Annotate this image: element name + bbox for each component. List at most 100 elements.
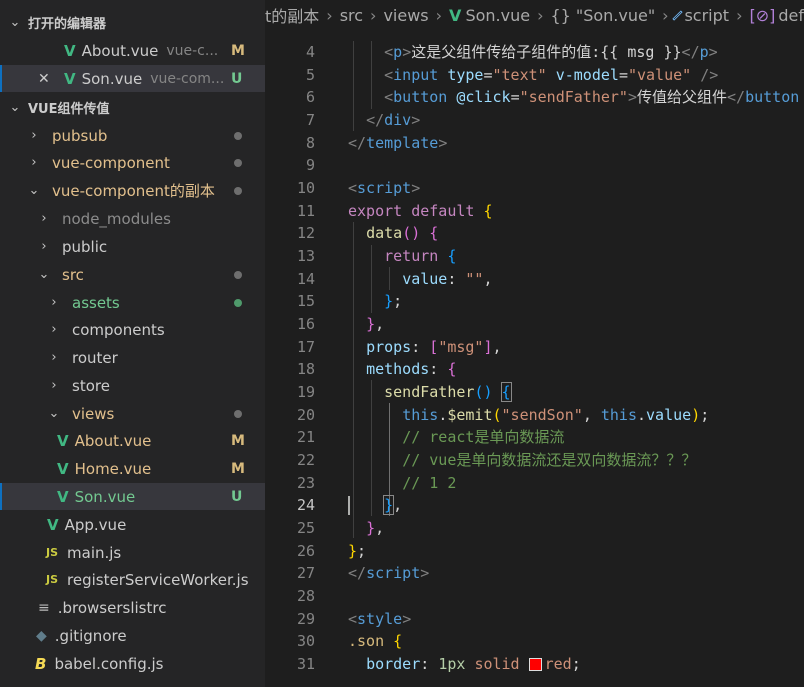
project-header[interactable]: ⌄ VUE组件传值 (0, 94, 265, 121)
status-dot (234, 158, 242, 167)
chevron-right-icon: › (435, 5, 443, 25)
tree-folder-components[interactable]: › components (0, 316, 265, 343)
js-file-icon: JS (46, 573, 59, 586)
tree-file-app-vue[interactable]: V App.vue (0, 511, 265, 538)
line-number: 29 (296, 610, 315, 628)
tree-label: About.vue (74, 431, 152, 450)
line-number: 21 (296, 428, 315, 446)
status-dot (234, 270, 242, 279)
tree-file-main-js[interactable]: JS main.js (0, 539, 265, 566)
tree-label: assets (72, 293, 120, 312)
breadcrumb: t的副本 › src › views › V Son.vue › {} "Son… (265, 0, 804, 30)
code-line: sendFather() { (384, 382, 512, 402)
chevron-right-icon: › (51, 322, 57, 337)
breadcrumb-folder[interactable]: t的副本 (265, 3, 319, 27)
tree-folder-router[interactable]: › router (0, 344, 265, 371)
breadcrumb-last[interactable]: def (778, 6, 804, 25)
open-editor-name: About.vue (81, 41, 159, 60)
code-line: // vue是单向数据流还是双向数据流？？？ (402, 451, 697, 469)
breadcrumb-script[interactable]: script (684, 6, 729, 25)
tree-label: Son.vue (74, 487, 136, 506)
tree-folder-views[interactable]: ⌄ views (0, 400, 265, 427)
code-line: // react是单向数据流 (402, 428, 565, 446)
chevron-right-icon: › (51, 378, 57, 393)
chevron-right-icon: › (736, 5, 743, 25)
color-swatch[interactable] (528, 658, 542, 671)
tree-folder-public[interactable]: › public (0, 233, 265, 260)
tree-file-home-vue[interactable]: V Home.vue M (0, 455, 265, 482)
line-number: 27 (296, 564, 315, 582)
code-line: </template> (348, 134, 448, 152)
line-number: 23 (296, 474, 315, 492)
tree-folder-vue-component-copy[interactable]: ⌄ vue-component的副本 (0, 177, 265, 204)
open-editor-about[interactable]: V About.vue vue-c... M (0, 37, 265, 64)
tree-file-babel-config[interactable]: B babel.config.js (0, 650, 265, 677)
line-number: 9 (305, 156, 315, 174)
open-editors-title: 打开的编辑器 (28, 17, 107, 32)
open-editor-son[interactable]: ✕ V Son.vue vue-com... U (0, 65, 265, 92)
line-number: 19 (296, 383, 315, 401)
method-icon: [⊘] (749, 5, 776, 25)
braces-icon: {} (550, 5, 571, 25)
code-line: value: "", (402, 270, 493, 288)
tree-folder-assets[interactable]: › assets (0, 289, 265, 316)
chevron-right-icon: › (537, 5, 544, 25)
tree-file-register-sw[interactable]: JS registerServiceWorker.js (0, 566, 265, 593)
code-line: .son { (348, 632, 403, 650)
breadcrumb-file[interactable]: Son.vue (465, 6, 530, 25)
breadcrumb-block[interactable]: "Son.vue" (576, 6, 655, 25)
tree-folder-src[interactable]: ⌄ src (0, 261, 265, 288)
vue-file-icon: V (57, 487, 69, 506)
line-number: 8 (305, 134, 315, 152)
git-status: U (231, 488, 243, 505)
chevron-down-icon: ⌄ (9, 100, 21, 115)
tree-label: router (72, 348, 118, 367)
code-line: }, (366, 315, 385, 333)
code-line: </script> (348, 564, 430, 582)
js-file-icon: JS (46, 546, 59, 559)
tree-file-about-vue[interactable]: V About.vue M (0, 427, 265, 454)
line-number: 26 (296, 542, 315, 560)
tree-label: pubsub (52, 126, 108, 145)
explorer-sidebar: ⌄ 打开的编辑器 V About.vue vue-c... M ✕ V Son.… (0, 0, 265, 687)
tree-file-son-vue[interactable]: V Son.vue U (0, 483, 265, 510)
line-number: 6 (305, 88, 315, 106)
git-status: M (231, 460, 245, 477)
chevron-right-icon: › (326, 5, 333, 25)
tree-file-browserslistrc[interactable]: ≡ .browserslistrc (0, 594, 265, 621)
line-number: 18 (296, 360, 315, 378)
tree-label: .gitignore (54, 626, 127, 645)
line-number: 10 (296, 179, 315, 197)
code-line: this.$emit("sendSon", this.value); (402, 406, 710, 424)
vue-file-icon: V (57, 431, 69, 450)
code-line-current: }, (383, 495, 403, 515)
tree-folder-vue-component[interactable]: › vue-component (0, 149, 265, 176)
code-line: <script> (348, 179, 421, 197)
breadcrumb-src[interactable]: src (340, 6, 363, 25)
tree-label: node_modules (62, 209, 171, 228)
tree-folder-pubsub[interactable]: › pubsub (0, 122, 265, 149)
chevron-right-icon: › (51, 295, 57, 310)
open-editors-header[interactable]: ⌄ 打开的编辑器 (0, 9, 265, 36)
breadcrumb-views[interactable]: views (383, 6, 428, 25)
line-number: 25 (296, 519, 315, 537)
close-icon[interactable]: ✕ (38, 71, 50, 87)
chevron-down-icon: ⌄ (9, 15, 21, 30)
code-editor[interactable]: t的副本 › src › views › V Son.vue › {} "Son… (265, 0, 804, 687)
tree-folder-node-modules[interactable]: › node_modules (0, 205, 265, 232)
tree-label: views (72, 404, 115, 423)
line-number: 12 (296, 224, 315, 242)
code-line: <input type="text" v-model="value" /> (384, 66, 719, 84)
chevron-down-icon: ⌄ (48, 406, 60, 421)
text-cursor (348, 496, 350, 515)
chevron-right-icon: › (31, 155, 37, 170)
code-line: }; (384, 292, 403, 310)
chevron-right-icon: › (662, 5, 669, 25)
chevron-right-icon: › (370, 5, 377, 25)
chevron-right-icon: › (41, 239, 47, 254)
code-line: data() { (366, 224, 439, 242)
line-number: 7 (305, 111, 315, 129)
tree-file-gitignore[interactable]: ◆ .gitignore (0, 622, 265, 649)
tree-label: registerServiceWorker.js (67, 570, 249, 589)
tree-folder-store[interactable]: › store (0, 372, 265, 399)
